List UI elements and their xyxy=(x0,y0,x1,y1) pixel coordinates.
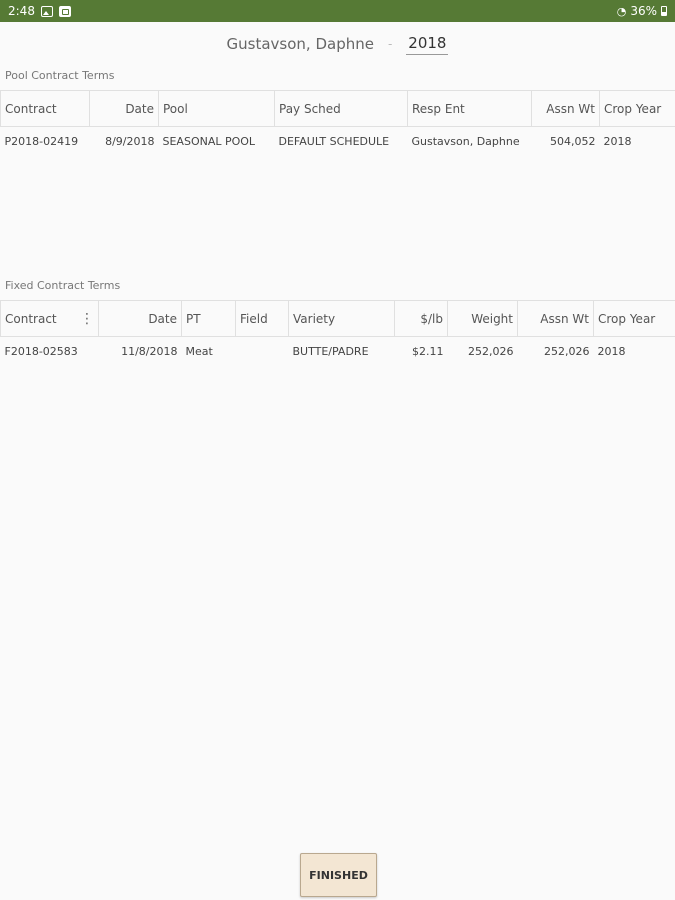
fixed-col-assn-wt[interactable]: Assn Wt xyxy=(517,300,594,337)
pool-col-pool[interactable]: Pool xyxy=(158,90,275,127)
cell-date: 11/8/2018 xyxy=(121,345,178,359)
wifi-icon: ◔ xyxy=(616,4,627,18)
cell-pool: SEASONAL POOL xyxy=(162,135,256,149)
cell-price: $2.11 xyxy=(412,345,444,359)
battery-icon xyxy=(661,6,667,16)
pool-col-crop-year[interactable]: Crop Year xyxy=(599,90,675,127)
cell-pay-sched: DEFAULT SCHEDULE xyxy=(278,135,390,149)
fixed-col-price[interactable]: $/lb xyxy=(394,300,448,337)
fixed-col-contract[interactable]: Contract ⋮ xyxy=(0,300,99,337)
fixed-col-field[interactable]: Field xyxy=(235,300,289,337)
cell-field xyxy=(236,337,289,367)
app-icon xyxy=(58,5,71,17)
cell-crop-year: 2018 xyxy=(603,135,632,149)
grower-name: Gustavson, Daphne xyxy=(226,35,374,53)
image-icon xyxy=(40,5,53,17)
fixed-header-row: Contract ⋮ Date PT Field Variety $/lb We… xyxy=(0,300,675,337)
battery-text: 36% xyxy=(630,4,657,18)
fixed-section-title: Fixed Contract Terms xyxy=(5,279,121,292)
fixed-contract-table: Contract ⋮ Date PT Field Variety $/lb We… xyxy=(0,300,675,367)
cell-pt: Meat xyxy=(185,345,213,359)
fixed-col-pt[interactable]: PT xyxy=(181,300,236,337)
cell-weight: 252,026 xyxy=(468,345,514,359)
fixed-col-crop-year[interactable]: Crop Year xyxy=(593,300,675,337)
pool-header-row: Contract Date Pool Pay Sched Resp Ent As… xyxy=(0,90,675,127)
cell-contract: P2018-02419 xyxy=(4,135,79,149)
cell-crop-year: 2018 xyxy=(597,345,626,359)
finished-button[interactable]: FINISHED xyxy=(300,853,377,897)
pool-col-resp-ent[interactable]: Resp Ent xyxy=(407,90,532,127)
cell-assn-wt: 252,026 xyxy=(544,345,590,359)
cell-assn-wt: 504,052 xyxy=(550,135,596,149)
status-bar: 2:48 ◔ 36% xyxy=(0,0,675,22)
page-header: Gustavson, Daphne - 2018 xyxy=(0,30,675,58)
cell-date: 8/9/2018 xyxy=(105,135,155,149)
column-menu-icon[interactable]: ⋮ xyxy=(80,312,94,326)
header-separator: - xyxy=(387,37,393,51)
fixed-col-variety[interactable]: Variety xyxy=(288,300,395,337)
pool-col-assn-wt[interactable]: Assn Wt xyxy=(531,90,600,127)
pool-col-contract[interactable]: Contract xyxy=(0,90,90,127)
pool-col-date[interactable]: Date xyxy=(89,90,159,127)
fixed-col-weight[interactable]: Weight xyxy=(447,300,518,337)
cell-contract: F2018-02583 xyxy=(4,345,78,359)
pool-section-title: Pool Contract Terms xyxy=(5,69,115,82)
table-row[interactable]: P2018-02419 8/9/2018 SEASONAL POOL DEFAU… xyxy=(1,127,675,157)
status-time: 2:48 xyxy=(8,4,35,18)
cell-variety: BUTTE/PADRE xyxy=(292,345,369,359)
year-selector[interactable]: 2018 xyxy=(406,34,449,55)
pool-contract-table: Contract Date Pool Pay Sched Resp Ent As… xyxy=(0,90,675,157)
fixed-col-contract-label: Contract xyxy=(5,311,57,326)
cell-resp-ent: Gustavson, Daphne xyxy=(411,135,520,149)
fixed-col-date[interactable]: Date xyxy=(98,300,182,337)
pool-col-pay-sched[interactable]: Pay Sched xyxy=(274,90,408,127)
table-row[interactable]: F2018-02583 11/8/2018 Meat BUTTE/PADRE $… xyxy=(1,337,675,367)
